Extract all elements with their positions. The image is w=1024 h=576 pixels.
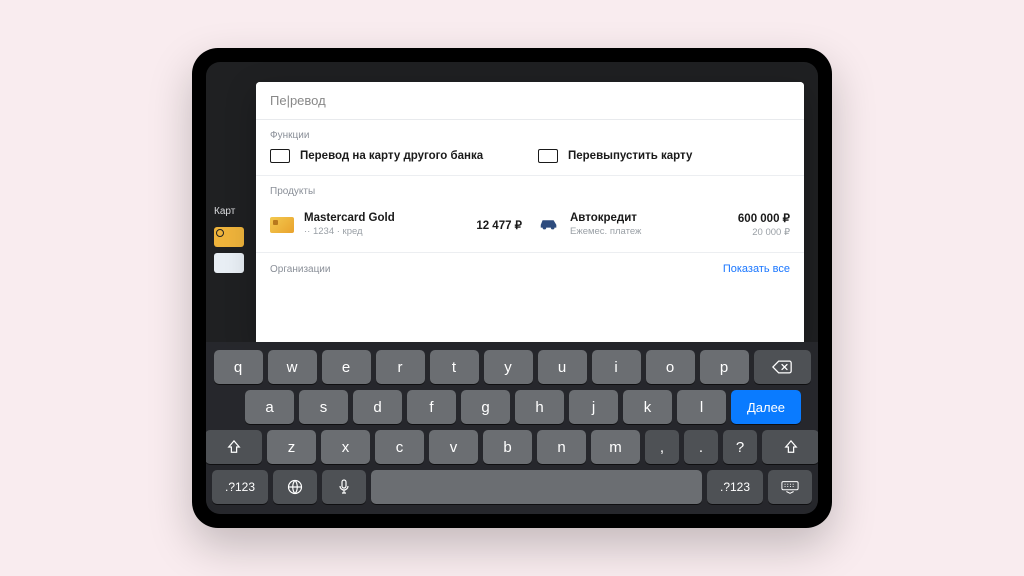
key-n[interactable]: n (537, 430, 586, 464)
key-p[interactable]: p (700, 350, 749, 384)
show-all-link[interactable]: Показать все (723, 263, 790, 275)
function-item[interactable]: Перевыпустить карту (538, 149, 790, 163)
section-header-functions: Функции (256, 120, 804, 149)
search-panel: Функции Перевод на карту другого банка П… (256, 82, 804, 342)
key-f[interactable]: f (407, 390, 456, 424)
key-q[interactable]: q (214, 350, 263, 384)
key-a[interactable]: a (245, 390, 294, 424)
key-d[interactable]: d (353, 390, 402, 424)
section-header-orgs: Организации (270, 264, 330, 275)
key-period[interactable]: . (684, 430, 718, 464)
mastercard-icon (270, 217, 294, 233)
onscreen-keyboard: q w e r t y u i o p a s d f g (206, 342, 818, 514)
product-name: Mastercard Gold (304, 212, 466, 224)
numeric-key[interactable]: .?123 (212, 470, 268, 504)
key-b[interactable]: b (483, 430, 532, 464)
key-u[interactable]: u (538, 350, 587, 384)
key-w[interactable]: w (268, 350, 317, 384)
car-icon (538, 215, 560, 234)
numeric-key[interactable]: .?123 (707, 470, 763, 504)
function-item[interactable]: Перевод на карту другого банка (270, 149, 522, 163)
product-sub: Ежемес. платеж (570, 226, 728, 237)
key-x[interactable]: x (321, 430, 370, 464)
product-amount: 600 000 ₽ (738, 211, 790, 225)
shift-key[interactable] (206, 430, 262, 464)
function-label: Перевыпустить карту (568, 150, 692, 162)
key-l[interactable]: l (677, 390, 726, 424)
key-comma[interactable]: , (645, 430, 679, 464)
sidebar-label: Карт (206, 202, 256, 221)
space-key[interactable] (371, 470, 702, 504)
key-k[interactable]: k (623, 390, 672, 424)
product-name: Автокредит (570, 212, 728, 224)
hide-keyboard-key[interactable] (768, 470, 812, 504)
section-header-products: Продукты (256, 176, 804, 205)
key-j[interactable]: j (569, 390, 618, 424)
product-amount: 12 477 ₽ (476, 218, 522, 232)
tablet-screen: Карт Функции Перевод на карту другого ба… (206, 62, 818, 514)
key-z[interactable]: z (267, 430, 316, 464)
sidebar-card-icon[interactable] (214, 227, 244, 247)
product-item[interactable]: Mastercard Gold ·· 1234 · кред 12 477 ₽ (270, 211, 522, 238)
key-v[interactable]: v (429, 430, 478, 464)
product-amount2: 20 000 ₽ (738, 227, 790, 238)
function-label: Перевод на карту другого банка (300, 150, 483, 162)
key-question[interactable]: ? (723, 430, 757, 464)
sidebar-card-icon[interactable] (214, 253, 244, 273)
key-o[interactable]: o (646, 350, 695, 384)
product-sub: ·· 1234 · кред (304, 226, 466, 237)
key-i[interactable]: i (592, 350, 641, 384)
key-y[interactable]: y (484, 350, 533, 384)
card-icon (538, 149, 558, 163)
key-e[interactable]: e (322, 350, 371, 384)
backspace-key[interactable] (754, 350, 811, 384)
dictation-key[interactable] (322, 470, 366, 504)
key-h[interactable]: h (515, 390, 564, 424)
globe-key[interactable] (273, 470, 317, 504)
key-c[interactable]: c (375, 430, 424, 464)
tablet-frame: Карт Функции Перевод на карту другого ба… (192, 48, 832, 528)
search-input[interactable] (256, 82, 804, 120)
key-m[interactable]: m (591, 430, 640, 464)
key-g[interactable]: g (461, 390, 510, 424)
next-key[interactable]: Далее (731, 390, 801, 424)
card-icon (270, 149, 290, 163)
key-r[interactable]: r (376, 350, 425, 384)
product-item[interactable]: Автокредит Ежемес. платеж 600 000 ₽ 20 0… (538, 211, 790, 238)
key-s[interactable]: s (299, 390, 348, 424)
key-t[interactable]: t (430, 350, 479, 384)
shift-key[interactable] (762, 430, 818, 464)
